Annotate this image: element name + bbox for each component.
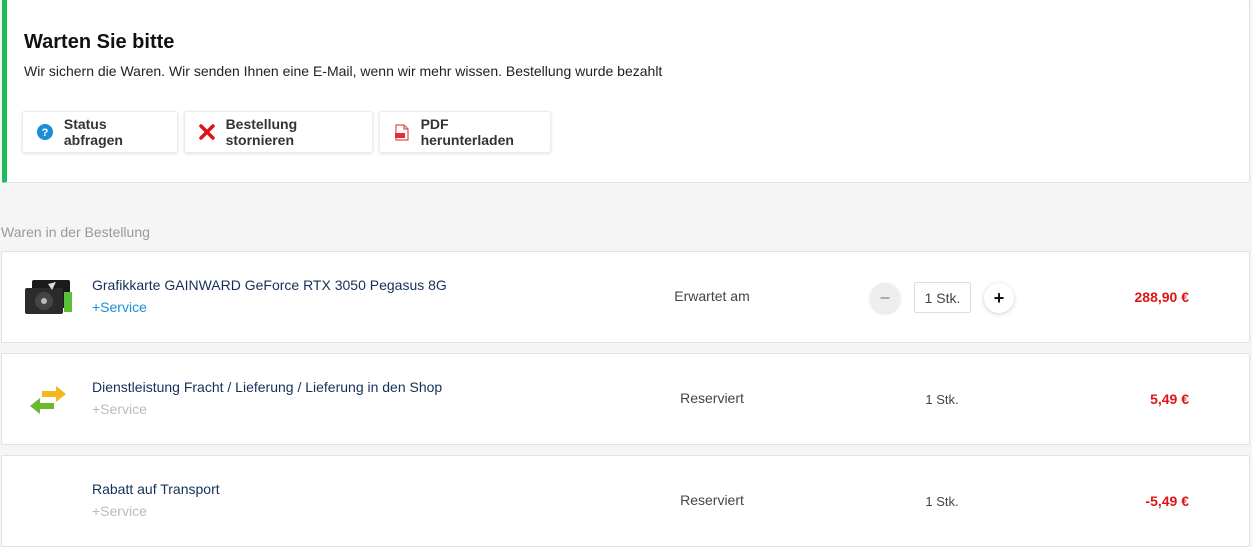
item-name[interactable]: Dienstleistung Fracht / Lieferung / Lief… xyxy=(92,379,442,395)
cancel-order-button[interactable]: Bestellung stornieren xyxy=(184,111,373,153)
order-item: Dienstleistung Fracht / Lieferung / Lief… xyxy=(1,353,1250,445)
item-price: 288,90 € xyxy=(1134,289,1190,305)
item-status: Reserviert xyxy=(680,390,744,406)
item-quantity: 1 Stk. xyxy=(925,494,959,509)
pdf-file-icon xyxy=(394,123,411,141)
status-actions: ? Status abfragen Bestellung stornieren … xyxy=(22,111,551,153)
order-item: Rabatt auf Transport +Service Reserviert… xyxy=(1,455,1250,547)
svg-text:?: ? xyxy=(42,127,49,139)
red-x-icon xyxy=(199,123,216,141)
item-quantity: 1 Stk. xyxy=(925,392,959,407)
item-name[interactable]: Grafikkarte GAINWARD GeForce RTX 3050 Pe… xyxy=(92,277,447,293)
exchange-arrows-icon xyxy=(22,374,74,426)
order-item: Grafikkarte GAINWARD GeForce RTX 3050 Pe… xyxy=(1,251,1250,343)
items-section-label: Waren in der Bestellung xyxy=(1,224,150,240)
query-status-label: Status abfragen xyxy=(63,116,123,148)
quantity-input[interactable] xyxy=(914,282,971,313)
item-name[interactable]: Rabatt auf Transport xyxy=(92,481,220,497)
quantity-decrease-button[interactable]: – xyxy=(870,283,900,313)
add-service-link[interactable]: +Service xyxy=(92,401,147,417)
item-status: Reserviert xyxy=(680,492,744,508)
status-title: Warten Sie bitte xyxy=(24,31,175,53)
query-status-button[interactable]: ? Status abfragen xyxy=(22,111,178,153)
graphics-card-image xyxy=(22,272,74,324)
add-service-link[interactable]: +Service xyxy=(92,299,147,315)
status-message: Wir sichern die Waren. Wir senden Ihnen … xyxy=(24,63,663,79)
download-pdf-label: PDF herunterladen xyxy=(420,116,514,148)
item-status: Erwartet am xyxy=(674,288,750,304)
quantity-increase-button[interactable]: + xyxy=(984,283,1014,313)
order-status-card: Warten Sie bitte Wir sichern die Waren. … xyxy=(2,0,1250,183)
item-price: -5,49 € xyxy=(1145,493,1189,509)
question-circle-icon: ? xyxy=(37,123,54,141)
download-pdf-button[interactable]: PDF herunterladen xyxy=(379,111,551,153)
item-price: 5,49 € xyxy=(1150,391,1189,407)
cancel-order-label: Bestellung stornieren xyxy=(225,116,298,148)
add-service-link[interactable]: +Service xyxy=(92,503,147,519)
